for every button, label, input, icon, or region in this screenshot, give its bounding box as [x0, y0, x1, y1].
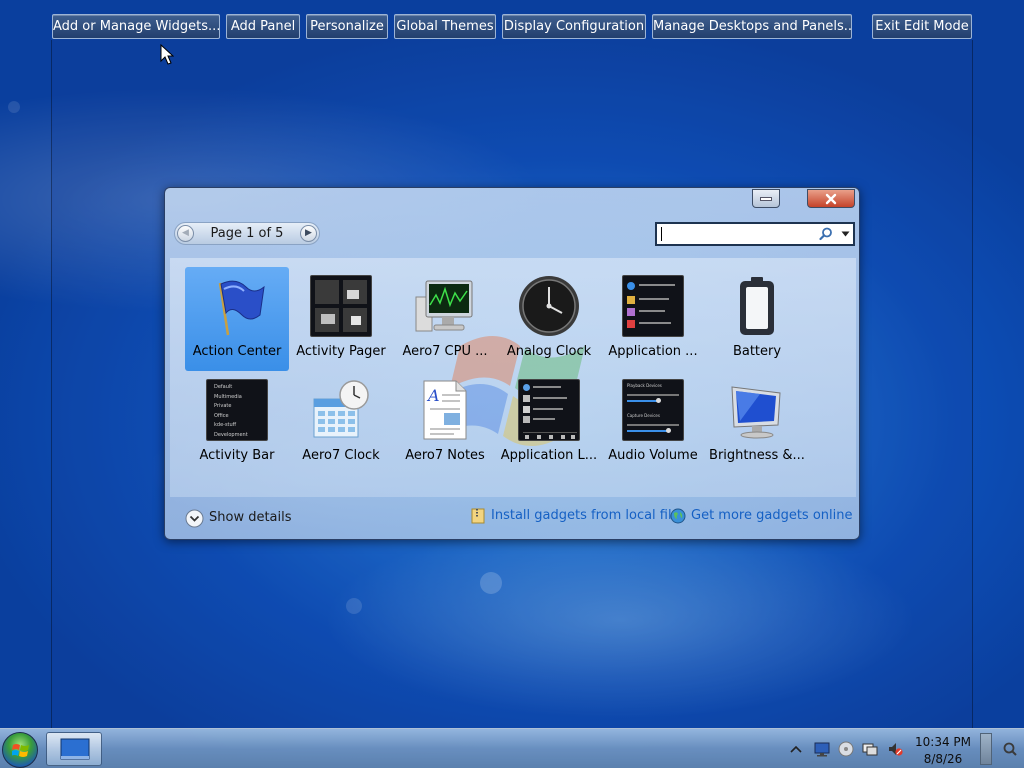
- activity-bar-icon: Default Multimedia Private Office kde-st…: [206, 379, 268, 441]
- display-configuration-button[interactable]: Display Configuration: [502, 14, 646, 39]
- show-desktop-task-button[interactable]: [46, 732, 102, 766]
- notes-icon: A: [423, 380, 467, 440]
- widget-tile-label: Aero7 CPU ...: [402, 344, 488, 359]
- audio-volume-icon: Playback Devices Capture Devices: [622, 379, 684, 441]
- widget-tile-aero7-cpu[interactable]: Aero7 CPU ...: [393, 267, 497, 371]
- widget-tile-label: Analog Clock: [506, 344, 592, 359]
- page-navigator: ◀ Page 1 of 5 ▶: [174, 222, 320, 245]
- widget-tile-label: Battery: [732, 344, 782, 359]
- widget-explorer-window: ◀ Page 1 of 5 ▶ Action Center Activity P…: [164, 187, 860, 540]
- close-icon: [825, 193, 837, 204]
- next-page-button[interactable]: ▶: [300, 225, 317, 242]
- volume-muted-icon[interactable]: [887, 741, 903, 757]
- activity-bar-item: Office: [214, 412, 229, 419]
- search-icon[interactable]: [1002, 741, 1018, 757]
- network-icon[interactable]: [862, 741, 878, 757]
- exit-edit-mode-button[interactable]: Exit Edit Mode: [872, 14, 972, 39]
- widget-tile-label: Audio Volume: [608, 448, 698, 463]
- widget-tile-aero7-notes[interactable]: A Aero7 Notes: [393, 371, 497, 475]
- search-icon[interactable]: [819, 227, 833, 241]
- widget-tile-battery[interactable]: Battery: [705, 267, 809, 371]
- get-gadgets-online-link[interactable]: Get more gadgets online: [691, 508, 852, 523]
- display-settings-icon[interactable]: [814, 741, 830, 757]
- widget-tile-audio-volume[interactable]: Playback Devices Capture Devices Audio V…: [601, 371, 705, 475]
- widget-tile-aero7-clock[interactable]: Aero7 Clock: [289, 371, 393, 475]
- widget-tile-action-center[interactable]: Action Center: [185, 267, 289, 371]
- desktop-icon: [60, 738, 90, 760]
- clock-date: 8/8/26: [923, 752, 963, 766]
- cpu-monitor-icon: [415, 280, 473, 332]
- widget-tile-activity-bar[interactable]: Default Multimedia Private Office kde-st…: [185, 371, 289, 475]
- svg-text:A: A: [426, 386, 440, 405]
- chevron-down-circle-icon: [185, 509, 204, 528]
- flag-icon: [218, 280, 265, 336]
- wallpaper-bubble: [8, 101, 20, 113]
- activity-bar-item: kde-stuff: [214, 422, 237, 428]
- widget-tile-analog-clock[interactable]: Analog Clock: [497, 267, 601, 371]
- system-clock[interactable]: 10:34 PM 8/8/26: [912, 734, 974, 768]
- close-button[interactable]: [807, 189, 855, 208]
- clock-time: 10:34 PM: [915, 735, 971, 749]
- activity-bar-item: Private: [214, 403, 232, 409]
- analog-clock-icon: [519, 276, 579, 336]
- add-manage-widgets-button[interactable]: Add or Manage Widgets...: [52, 14, 220, 39]
- activity-bar-item: Multimedia: [214, 393, 242, 400]
- wallpaper-bubble: [346, 598, 362, 614]
- globe-icon: [670, 508, 686, 524]
- chevron-down-icon[interactable]: [841, 230, 850, 238]
- manage-desktops-panels-button[interactable]: Manage Desktops and Panels...: [652, 14, 852, 39]
- global-themes-button[interactable]: Global Themes: [394, 14, 496, 39]
- application-menu-icon: [622, 275, 684, 337]
- widget-tile-activity-pager[interactable]: Activity Pager: [289, 267, 393, 371]
- minimize-icon: [760, 196, 772, 201]
- widget-search-input[interactable]: [655, 222, 855, 246]
- widget-tile-brightness[interactable]: Brightness &...: [705, 371, 809, 475]
- minimize-button[interactable]: [752, 189, 780, 208]
- activity-bar-item: Default: [214, 384, 233, 390]
- widget-tile-application-launcher[interactable]: Application L...: [497, 371, 601, 475]
- chevron-up-icon[interactable]: [788, 741, 804, 757]
- widget-tile-label: Aero7 Notes: [405, 448, 485, 463]
- page-indicator: Page 1 of 5: [210, 226, 284, 241]
- mouse-cursor-icon: [160, 44, 174, 65]
- application-launcher-icon: [518, 379, 580, 441]
- install-local-gadgets-link[interactable]: Install gadgets from local file: [491, 508, 680, 523]
- taskbar: 10:34 PM 8/8/26: [0, 728, 1024, 768]
- widget-tile-label: Activity Bar: [199, 448, 275, 463]
- widget-tile-label: Application L...: [500, 448, 598, 463]
- add-panel-button[interactable]: Add Panel: [226, 14, 300, 39]
- zip-folder-icon: [471, 508, 485, 524]
- personalize-button[interactable]: Personalize: [306, 14, 388, 39]
- widget-tile-label: Action Center: [192, 344, 282, 359]
- start-menu-button[interactable]: [2, 732, 38, 768]
- widget-tile-label: Activity Pager: [296, 344, 386, 359]
- disc-icon[interactable]: [838, 741, 854, 757]
- monitor-brightness-icon: [731, 386, 781, 439]
- wallpaper-bubble: [480, 572, 502, 594]
- audio-playback-label: Playback Devices: [627, 383, 662, 388]
- windows-flag-icon: [12, 744, 29, 757]
- battery-icon: [740, 277, 774, 335]
- text-caret: [661, 227, 662, 241]
- activity-bar-item: Development: [214, 431, 248, 438]
- show-details-label: Show details: [209, 510, 292, 525]
- widget-grid: Action Center Activity Pager Aero7 CPU .…: [170, 258, 856, 497]
- pager-icon: [310, 275, 372, 337]
- widget-tile-label: Application ...: [608, 344, 698, 359]
- widget-tile-label: Brightness &...: [709, 448, 805, 463]
- widget-tile-label: Aero7 Clock: [302, 448, 380, 463]
- calendar-clock-icon: [313, 380, 369, 438]
- widget-tile-application-menu[interactable]: Application ...: [601, 267, 705, 371]
- audio-capture-label: Capture Devices: [627, 413, 660, 418]
- panel-handle[interactable]: [980, 733, 992, 765]
